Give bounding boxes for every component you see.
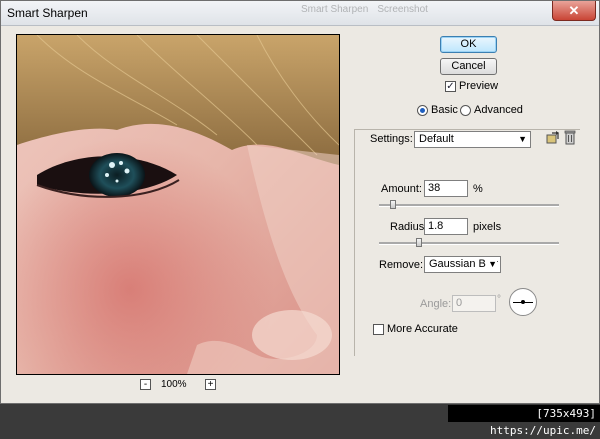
basic-label: Basic <box>431 104 458 116</box>
chevron-down-icon: ▼ <box>518 134 527 144</box>
radius-unit: pixels <box>473 221 502 233</box>
zoom-out-button[interactable]: - <box>140 379 151 390</box>
settings-dropdown[interactable]: Default ▼ <box>414 131 531 148</box>
amount-slider-track[interactable] <box>379 204 559 207</box>
angle-input: 0 <box>452 295 496 312</box>
zoom-in-button[interactable]: + <box>205 379 216 390</box>
watermark: [735x493] https://upic.me/ <box>448 405 600 437</box>
zoom-level: 100% <box>161 379 187 390</box>
radius-input[interactable]: 1.8 <box>424 218 468 235</box>
smart-sharpen-dialog: Smart Sharpen Smart Sharpen Screenshot ✕ <box>0 0 600 404</box>
background-tab-text-2: Screenshot <box>377 4 428 15</box>
cancel-button[interactable]: Cancel <box>440 58 497 75</box>
radius-slider-track[interactable] <box>379 242 559 245</box>
background-window-strip: Smart Sharpen Screenshot <box>301 3 501 23</box>
settings-label: Settings: <box>370 133 413 145</box>
preview-label: Preview <box>459 80 499 92</box>
radius-label: Radius: <box>390 221 428 233</box>
trash-icon[interactable] <box>564 130 576 145</box>
remove-dropdown[interactable]: Gaussian Blur ▼ <box>424 256 501 273</box>
preview-checkbox[interactable]: ✓ <box>445 81 456 92</box>
amount-slider-thumb[interactable] <box>389 200 396 209</box>
close-button[interactable]: ✕ <box>552 1 596 21</box>
angle-label: Angle: <box>420 298 452 310</box>
remove-label: Remove: <box>379 259 424 271</box>
angle-unit: ° <box>497 294 501 305</box>
basic-radio[interactable] <box>417 105 428 116</box>
save-settings-icon[interactable] <box>546 131 560 145</box>
more-accurate-checkbox[interactable] <box>373 324 384 335</box>
amount-label: Amount: <box>381 183 422 195</box>
title-bar[interactable]: Smart Sharpen Smart Sharpen Screenshot ✕ <box>1 1 599 26</box>
more-accurate-label: More Accurate <box>387 323 458 335</box>
background-tab-text: Smart Sharpen <box>301 4 369 15</box>
advanced-radio[interactable] <box>460 105 471 116</box>
checkmark-icon: ✓ <box>446 81 455 92</box>
preview-image[interactable] <box>16 34 340 375</box>
amount-unit: % <box>473 183 483 195</box>
face-preview-graphic <box>17 35 339 374</box>
close-icon: ✕ <box>568 3 580 18</box>
advanced-label: Advanced <box>474 104 523 116</box>
radius-slider-thumb[interactable] <box>415 238 422 247</box>
chevron-down-icon: ▼ <box>486 257 497 272</box>
angle-dial <box>509 288 537 316</box>
settings-value: Default <box>419 133 454 145</box>
angle-dial-center <box>521 300 525 304</box>
window-title: Smart Sharpen <box>7 6 88 20</box>
ok-button[interactable]: OK <box>440 36 497 53</box>
desktop-background <box>0 404 448 422</box>
amount-input[interactable]: 38 <box>424 180 468 197</box>
